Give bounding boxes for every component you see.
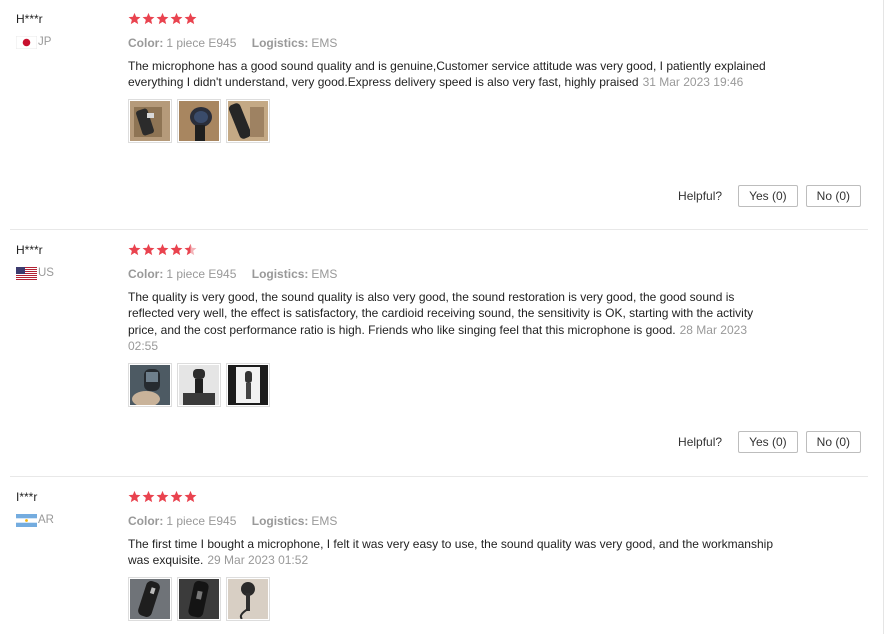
review-date: 29 Mar 2023 01:52	[207, 553, 309, 568]
review-photo[interactable]	[177, 98, 221, 143]
logistics-key: Logistics:	[251, 267, 309, 281]
us-flag-icon	[16, 266, 37, 280]
review-date: 31 Mar 2023 19:46	[642, 75, 744, 90]
reviewer-country: JP	[16, 35, 116, 49]
review-photo[interactable]	[177, 362, 221, 407]
country-code: AR	[38, 514, 54, 526]
helpful-bar: Helpful? Yes (0) No (0)	[678, 431, 861, 453]
half-star-icon	[184, 243, 197, 256]
review-photo[interactable]	[226, 98, 270, 143]
helpful-no-button[interactable]: No (0)	[805, 185, 861, 207]
star-icon	[170, 243, 183, 256]
color-value: 1 piece E945	[166, 514, 237, 528]
helpful-bar: Helpful? Yes (0) No (0)	[678, 185, 861, 207]
star-icon	[142, 243, 155, 256]
review-text: The quality is very good, the sound qual…	[128, 289, 773, 355]
jp-flag-icon	[16, 35, 37, 49]
star-icon	[142, 490, 155, 503]
review-photo[interactable]	[177, 576, 221, 621]
review-photos	[128, 576, 773, 621]
color-value: 1 piece E945	[166, 267, 237, 281]
star-rating	[128, 12, 773, 26]
review-body: The quality is very good, the sound qual…	[128, 290, 754, 337]
review-item: H***r JP Color: 1 piece E945 Logistics: EM…	[0, 12, 868, 230]
helpful-yes-button[interactable]: Yes (0)	[738, 431, 798, 453]
star-icon	[170, 12, 183, 25]
color-key: Color:	[128, 267, 164, 281]
review-item: H***r US Color: 1 piece E945 Logistics: …	[0, 243, 868, 477]
logistics-value: EMS	[311, 514, 338, 528]
reviewer-name: H***r	[16, 243, 43, 257]
helpful-label: Helpful?	[678, 189, 723, 203]
star-icon	[156, 12, 169, 25]
review-content: Color: 1 piece E945 Logistics: EMS The mic…	[128, 12, 773, 143]
star-icon	[184, 12, 197, 25]
star-icon	[170, 490, 183, 503]
country-code: US	[38, 267, 54, 279]
star-icon	[156, 243, 169, 256]
reviewer-info: H***r US	[16, 243, 116, 280]
country-code: JP	[38, 36, 52, 48]
review-divider	[10, 229, 868, 230]
review-photo[interactable]	[128, 98, 172, 143]
reviewer-info: H***r JP	[16, 12, 116, 49]
helpful-label: Helpful?	[678, 435, 723, 449]
star-icon	[142, 12, 155, 25]
helpful-no-button[interactable]: No (0)	[805, 431, 861, 453]
reviewer-name: H***r	[16, 12, 43, 26]
review-meta: Color: 1 piece E945 Logistics: EMS	[128, 514, 773, 528]
color-key: Color:	[128, 36, 164, 50]
logistics-key: Logistics:	[251, 36, 309, 50]
ar-flag-icon	[16, 513, 37, 527]
review-photos	[128, 98, 773, 143]
review-content: Color: 1 piece E945 Logistics: EMS The fir…	[128, 490, 773, 621]
review-meta: Color: 1 piece E945 Logistics: EMS	[128, 267, 773, 281]
logistics-key: Logistics:	[251, 514, 309, 528]
color-value: 1 piece E945	[166, 36, 237, 50]
review-divider	[10, 476, 868, 477]
review-photo[interactable]	[128, 576, 172, 621]
review-content: Color: 1 piece E945 Logistics: EMS The qua…	[128, 243, 773, 407]
star-rating	[128, 243, 773, 257]
helpful-yes-button[interactable]: Yes (0)	[738, 185, 798, 207]
star-icon	[128, 243, 141, 256]
color-key: Color:	[128, 514, 164, 528]
review-meta: Color: 1 piece E945 Logistics: EMS	[128, 36, 773, 50]
review-item: I***r AR Color: 1 piece E945 Logistics: …	[0, 490, 868, 634]
review-text: The microphone has a good sound quality …	[128, 58, 773, 91]
star-icon	[156, 490, 169, 503]
review-photo[interactable]	[226, 576, 270, 621]
star-icon	[128, 490, 141, 503]
review-photos	[128, 362, 773, 407]
scrollbar-track	[883, 0, 884, 634]
review-text: The first time I bought a microphone, I …	[128, 536, 773, 569]
star-rating	[128, 490, 773, 504]
star-icon	[184, 490, 197, 503]
reviewer-info: I***r AR	[16, 490, 116, 527]
review-photo[interactable]	[128, 362, 172, 407]
reviewer-country: AR	[16, 513, 116, 527]
logistics-value: EMS	[311, 36, 338, 50]
star-icon	[128, 12, 141, 25]
logistics-value: EMS	[311, 267, 338, 281]
reviewer-country: US	[16, 266, 116, 280]
review-photo[interactable]	[226, 362, 270, 407]
reviews-page: H***r JP Color: 1 piece E945 Logistics: EM…	[0, 0, 887, 634]
reviewer-name: I***r	[16, 490, 38, 504]
